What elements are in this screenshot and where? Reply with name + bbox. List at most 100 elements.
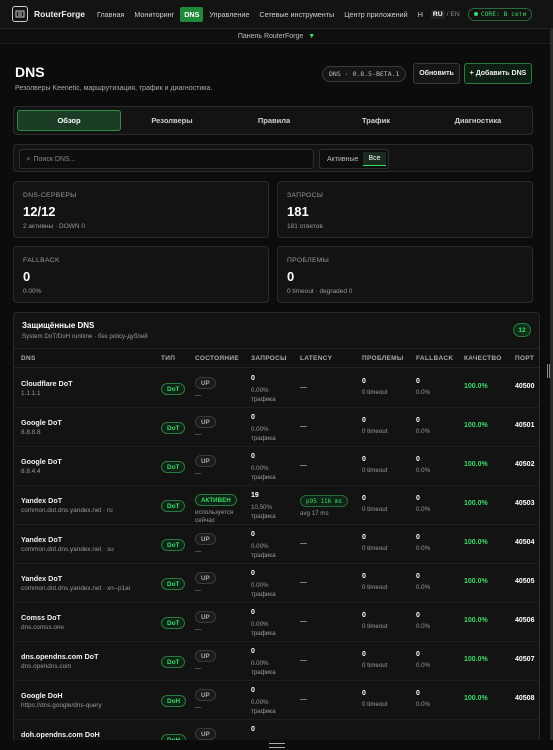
section-subtitle: System DoT/DoH runtime · без policy-дубл… bbox=[22, 333, 148, 340]
fallback-sub: 0.0% bbox=[416, 467, 431, 474]
version-badge: DNS · 0.8.5-BETA.1 bbox=[322, 66, 407, 82]
latency-value: — bbox=[300, 579, 307, 586]
type-badge: DoT bbox=[161, 539, 186, 551]
dns-address: 8.8.8.8 bbox=[21, 429, 41, 436]
search-placeholder: Поиск DNS... bbox=[33, 155, 76, 163]
state-badge: UP bbox=[195, 611, 216, 623]
problems-sub: 0 timeout bbox=[362, 545, 388, 552]
state-sub: — bbox=[195, 431, 202, 438]
nav-item-truncated[interactable]: Н bbox=[414, 7, 427, 22]
requests-percent: 0.00% bbox=[251, 621, 269, 628]
port-value: 40501 bbox=[515, 422, 535, 429]
col-dns[interactable]: DNS bbox=[21, 355, 36, 362]
lang-en[interactable]: EN bbox=[450, 11, 459, 18]
port-value: 40508 bbox=[515, 695, 535, 702]
requests-traffic-label: трафика bbox=[251, 708, 276, 715]
tab-resolvers[interactable]: Резолверы bbox=[121, 110, 223, 131]
col-requests[interactable]: ЗАПРОСЫ bbox=[251, 355, 287, 362]
scrollbar-grip-icon[interactable] bbox=[547, 364, 550, 378]
col-fallback[interactable]: FALLBACK bbox=[416, 355, 453, 362]
requests-traffic-label: трафика bbox=[251, 435, 276, 442]
latency-avg: avg 17 ms bbox=[300, 510, 329, 517]
problems-sub: 0 timeout bbox=[362, 584, 388, 591]
requests-traffic-label: трафика bbox=[251, 591, 276, 598]
table-row[interactable]: Google DoT 8.8.8.8 DoT UP — 0 0.00% трафика — 0 0 … bbox=[14, 408, 539, 447]
table-row[interactable]: Yandex DoT common.dot.dns.yandex.net · xn… bbox=[14, 564, 539, 603]
requests-percent: 0.00% bbox=[251, 426, 269, 433]
col-problems[interactable]: ПРОБЛЕМЫ bbox=[362, 355, 404, 362]
state-badge: UP bbox=[195, 572, 216, 584]
tab-diagnostics[interactable]: Диагностика bbox=[427, 110, 529, 131]
stat-value: 181 bbox=[287, 204, 309, 219]
fallback-count: 0 bbox=[416, 417, 420, 424]
problems-count: 0 bbox=[362, 573, 366, 580]
state-badge: UP bbox=[195, 533, 216, 545]
table-row[interactable]: Google DoT 8.8.4.4 DoT UP — 0 0.00% трафика — 0 0 … bbox=[14, 447, 539, 486]
state-badge: UP bbox=[195, 650, 216, 662]
router-logo-icon[interactable] bbox=[12, 6, 28, 22]
port-value: 40503 bbox=[515, 500, 535, 507]
requests-traffic-label: трафика bbox=[251, 669, 276, 676]
language-switch: RU / EN bbox=[430, 9, 460, 19]
fallback-count: 0 bbox=[416, 456, 420, 463]
requests-share: 0.00% трафика bbox=[251, 659, 276, 677]
col-state[interactable]: СОСТОЯНИЕ bbox=[195, 355, 239, 362]
table-row[interactable]: Google DoH https://dns.google/dns-query Do… bbox=[14, 681, 539, 720]
requests-count: 0 bbox=[251, 453, 255, 460]
dns-name: dns.opendns.com DoT bbox=[21, 652, 99, 661]
brand-name[interactable]: RouterForge bbox=[34, 9, 85, 19]
table-row[interactable]: Cloudflare DoT 1.1.1.1 DoT UP — 0 0.00% трафика… bbox=[14, 369, 539, 408]
nav-item-monitoring[interactable]: Мониторинг bbox=[130, 7, 178, 22]
quality-value: 100.0% bbox=[464, 500, 488, 507]
table-row[interactable]: Yandex DoT common.dot.dns.yandex.net · su… bbox=[14, 525, 539, 564]
requests-share: 0.00% трафика bbox=[251, 464, 276, 482]
search-input[interactable]: ⌕ Поиск DNS... bbox=[19, 149, 314, 169]
state-badge: UP bbox=[195, 416, 216, 428]
tab-traffic[interactable]: Трафик bbox=[325, 110, 427, 131]
lang-ru[interactable]: RU bbox=[430, 9, 445, 19]
stat-sub: 2 активны · DOWN 0 bbox=[23, 223, 86, 230]
dns-name: Yandex DoT bbox=[21, 535, 63, 544]
nav-item-dns[interactable]: DNS bbox=[180, 6, 204, 22]
add-dns-button[interactable]: + Добавить DNS bbox=[464, 63, 532, 84]
col-type[interactable]: ТИП bbox=[161, 355, 175, 362]
filter-toggle: Активные Все bbox=[319, 149, 389, 169]
port-value: 40507 bbox=[515, 656, 535, 663]
dns-name: Yandex DoT bbox=[21, 496, 63, 505]
resize-handle-icon[interactable] bbox=[268, 742, 285, 748]
table-row[interactable]: Comss DoT dns.comss.one DoT UP — 0 0.00% трафик… bbox=[14, 603, 539, 642]
requests-traffic-label: трафика bbox=[251, 474, 276, 481]
search-bar: ⌕ Поиск DNS... Активные Все bbox=[13, 144, 533, 172]
latency-badge: p95 116 ms bbox=[300, 495, 349, 507]
table-row[interactable]: Yandex DoT common.dot.dns.yandex.net · ru… bbox=[14, 486, 539, 525]
quality-value: 100.0% bbox=[464, 539, 488, 546]
fallback-count: 0 bbox=[416, 534, 420, 541]
refresh-button[interactable]: Обновить bbox=[413, 63, 460, 84]
state-sub: — bbox=[195, 626, 202, 633]
port-value: 40504 bbox=[515, 539, 535, 546]
requests-count: 0 bbox=[251, 375, 255, 382]
requests-count: 0 bbox=[251, 726, 255, 733]
problems-sub: 0 timeout bbox=[362, 701, 388, 708]
lang-separator: / bbox=[446, 10, 449, 18]
tab-overview[interactable]: Обзор bbox=[17, 110, 121, 131]
nav-item-app-center[interactable]: Центр приложений bbox=[340, 7, 411, 22]
nav-item-home[interactable]: Главная bbox=[93, 7, 128, 22]
table-row[interactable]: dns.opendns.com DoT dns.opendns.com DoT UP —… bbox=[14, 642, 539, 681]
col-latency[interactable]: LATENCY bbox=[300, 355, 332, 362]
filter-all-button[interactable]: Все bbox=[363, 152, 386, 166]
tab-rules[interactable]: Правила bbox=[223, 110, 325, 131]
col-port[interactable]: ПОРТ bbox=[515, 355, 534, 362]
nav-item-network-tools[interactable]: Сетевые инструменты bbox=[255, 7, 338, 22]
filter-active-button[interactable]: Активные bbox=[322, 153, 363, 166]
fallback-count: 0 bbox=[416, 612, 420, 619]
requests-count: 19 bbox=[251, 492, 259, 499]
fallback-sub: 0.0% bbox=[416, 662, 431, 669]
nav-item-management[interactable]: Управление bbox=[205, 7, 253, 22]
dns-name: Comss DoT bbox=[21, 613, 61, 622]
state-badge: UP bbox=[195, 728, 216, 740]
panel-toggle[interactable]: Панель RouterForge ▼ bbox=[0, 29, 553, 44]
stat-label: DNS-СЕРВЕРЫ bbox=[23, 192, 77, 199]
col-quality[interactable]: КАЧЕСТВО bbox=[464, 355, 502, 362]
stat-label: ПРОБЛЕМЫ bbox=[287, 257, 330, 264]
